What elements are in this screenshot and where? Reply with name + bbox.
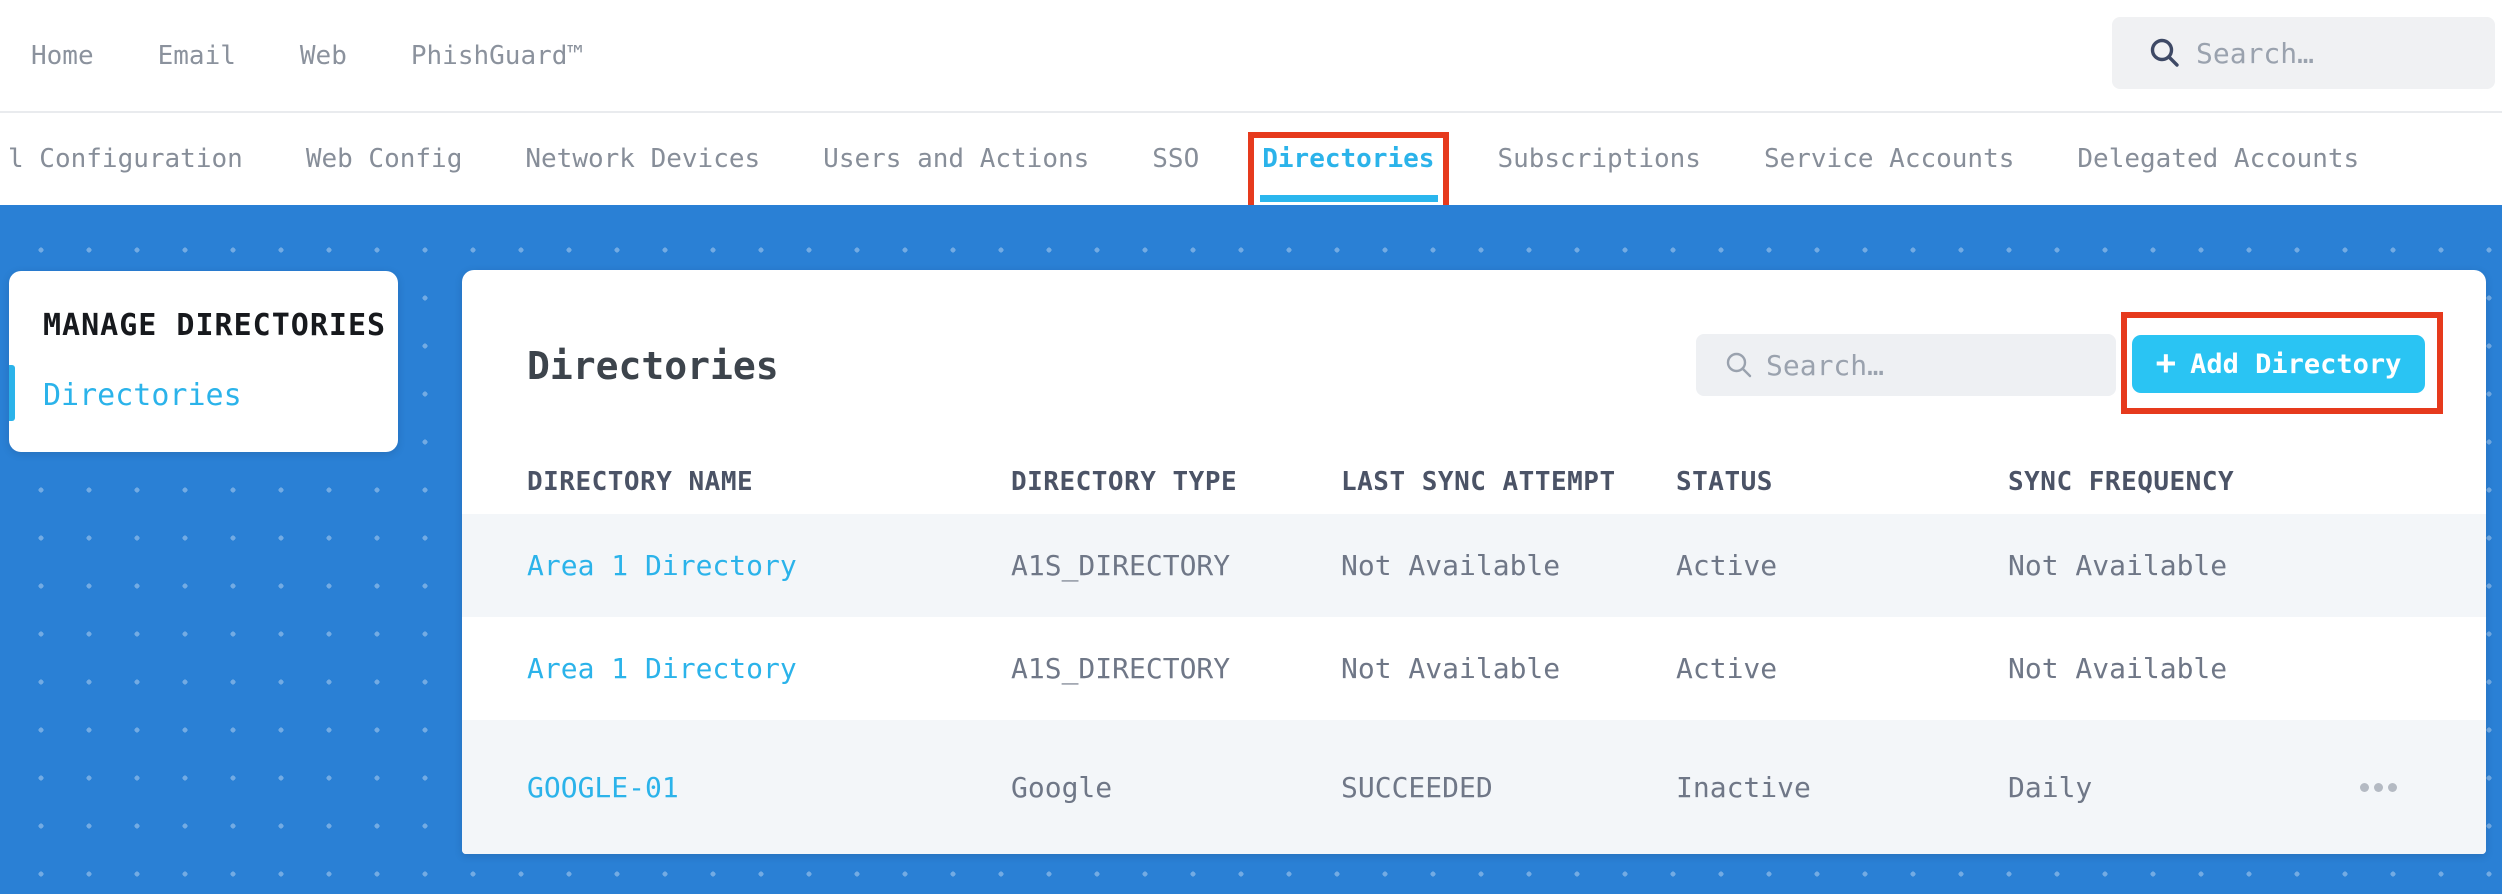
tab-subscriptions[interactable]: Subscriptions [1497, 144, 1701, 174]
status-cell: Active [1676, 549, 1778, 582]
sync-frequency-cell: Not Available [2008, 549, 2228, 582]
sync-frequency-cell: Daily [2008, 770, 2093, 804]
table-row: GOOGLE-01 Google SUCCEEDED Inactive Dail… [462, 720, 2486, 854]
search-icon [2150, 38, 2179, 67]
directories-search-input[interactable] [1766, 348, 2100, 382]
col-sync-frequency: SYNC FREQUENCY [2008, 467, 2235, 497]
manage-directories-card: MANAGE DIRECTORIES Directories [9, 271, 398, 452]
tab-directories[interactable]: Directories [1248, 132, 1450, 218]
col-directory-name: DIRECTORY NAME [527, 467, 754, 497]
tab-sso[interactable]: SSO [1152, 144, 1199, 174]
page-title: Directories [527, 344, 779, 388]
tab-users-and-actions[interactable]: Users and Actions [823, 144, 1089, 174]
active-tab-underline [1260, 195, 1439, 202]
status-cell: Inactive [1676, 770, 1811, 804]
directory-name-link[interactable]: Area 1 Directory [527, 652, 1011, 685]
table-header-row: DIRECTORY NAME DIRECTORY TYPE LAST SYNC … [462, 450, 2486, 514]
last-sync-cell: Not Available [1341, 549, 1561, 582]
directory-type-cell: A1S_DIRECTORY [1011, 652, 1231, 685]
nav-item-web[interactable]: Web [300, 41, 347, 71]
tab-web-config[interactable]: Web Config [306, 144, 463, 174]
sidebar-item-directories[interactable]: Directories [43, 378, 242, 413]
secondary-nav: l Configuration Web Config Network Devic… [0, 113, 2502, 218]
add-directory-wrap: + Add Directory [2121, 312, 2443, 414]
search-icon [1726, 352, 1752, 378]
global-search[interactable] [2112, 17, 2495, 89]
row-actions-menu-icon[interactable] [2354, 773, 2403, 802]
primary-nav-links: Home Email Web PhishGuard™ [31, 0, 583, 111]
directories-table: DIRECTORY NAME DIRECTORY TYPE LAST SYNC … [462, 450, 2486, 854]
plus-icon: + [2155, 342, 2177, 383]
last-sync-cell: Not Available [1341, 652, 1561, 685]
tab-email-configuration[interactable]: l Configuration [8, 144, 243, 174]
directory-name-link[interactable]: Area 1 Directory [527, 549, 1011, 582]
tab-network-devices[interactable]: Network Devices [525, 144, 760, 174]
col-status: STATUS [1676, 467, 1773, 497]
sync-frequency-cell: Not Available [2008, 652, 2228, 685]
global-search-input[interactable] [2196, 36, 2475, 70]
nav-item-phishguard[interactable]: PhishGuard™ [411, 41, 583, 71]
last-sync-cell: SUCCEEDED [1341, 770, 1493, 804]
directories-search[interactable] [1696, 334, 2116, 396]
status-cell: Active [1676, 652, 1778, 685]
directory-name-link[interactable]: GOOGLE-01 [527, 771, 1011, 804]
nav-item-email[interactable]: Email [158, 41, 236, 71]
table-row: Area 1 Directory A1S_DIRECTORY Not Avail… [462, 617, 2486, 720]
directory-type-cell: Google [1011, 770, 1113, 804]
primary-nav: Home Email Web PhishGuard™ [0, 0, 2502, 113]
add-directory-label: Add Directory [2190, 348, 2402, 380]
tab-delegated-accounts[interactable]: Delegated Accounts [2077, 144, 2359, 174]
active-item-indicator [9, 365, 15, 421]
nav-item-home[interactable]: Home [31, 41, 94, 71]
col-last-sync-attempt: LAST SYNC ATTEMPT [1341, 467, 1616, 497]
workspace-background: MANAGE DIRECTORIES Directories Directori… [0, 205, 2502, 894]
table-row: Area 1 Directory A1S_DIRECTORY Not Avail… [462, 514, 2486, 617]
directory-type-cell: A1S_DIRECTORY [1011, 549, 1231, 582]
tab-service-accounts[interactable]: Service Accounts [1764, 144, 2014, 174]
app-screen: Home Email Web PhishGuard™ l Configurati… [0, 0, 2502, 894]
side-card-title: MANAGE DIRECTORIES [43, 308, 387, 343]
directories-panel: Directories + Add Directory DIRECTORY NA [462, 270, 2486, 854]
add-directory-button[interactable]: + Add Directory [2132, 335, 2425, 393]
col-directory-type: DIRECTORY TYPE [1011, 467, 1238, 497]
